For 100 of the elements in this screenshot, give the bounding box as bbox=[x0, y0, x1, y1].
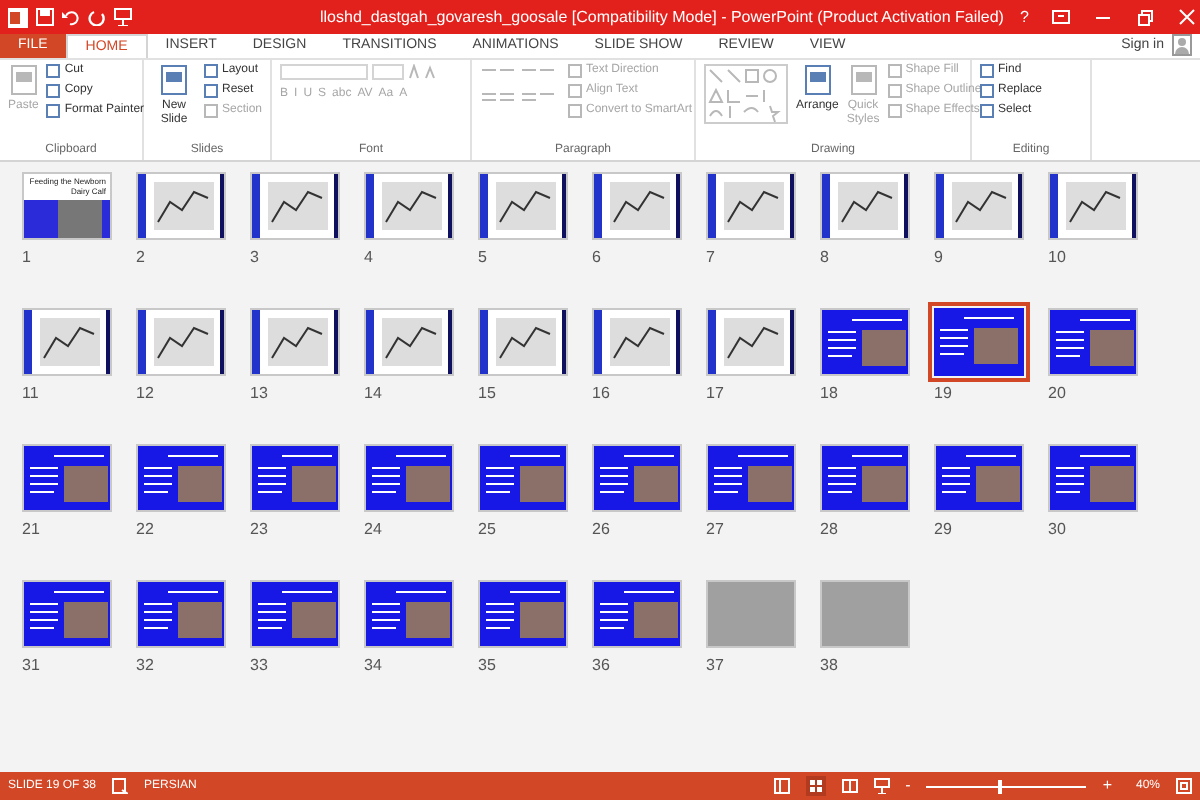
slide-number: 4 bbox=[364, 246, 375, 270]
slide-thumbnail[interactable] bbox=[934, 308, 1024, 376]
chart-figure-drawing bbox=[480, 174, 566, 238]
slide-thumbnail[interactable] bbox=[22, 444, 112, 512]
slide-number: 29 bbox=[934, 518, 954, 542]
undo-icon[interactable] bbox=[62, 8, 80, 26]
help-button[interactable]: ? bbox=[1011, 5, 1037, 29]
slide-number: 36 bbox=[592, 654, 612, 678]
slide-thumbnail[interactable] bbox=[820, 308, 910, 376]
slide-thumbnail[interactable] bbox=[706, 172, 796, 240]
slide-number: 30 bbox=[1048, 518, 1068, 542]
slide-number: 10 bbox=[1048, 246, 1068, 270]
chart-figure-drawing bbox=[138, 310, 224, 374]
slide-number: 8 bbox=[820, 246, 831, 270]
slide-thumbnail[interactable] bbox=[136, 308, 226, 376]
app-logo-icon bbox=[8, 7, 28, 27]
reading-view-icon[interactable] bbox=[841, 778, 858, 794]
chart-figure-drawing bbox=[24, 310, 110, 374]
slide-thumbnail[interactable] bbox=[250, 308, 340, 376]
slide-number: 13 bbox=[250, 382, 270, 406]
slide-thumbnail[interactable] bbox=[706, 580, 796, 648]
slide-number: 16 bbox=[592, 382, 612, 406]
zoom-in-button[interactable]: + bbox=[1102, 778, 1112, 794]
slide-thumbnail[interactable] bbox=[820, 444, 910, 512]
slide-thumbnail[interactable] bbox=[478, 580, 568, 648]
slideshow-icon[interactable] bbox=[873, 778, 890, 794]
document-icon bbox=[849, 64, 878, 96]
slide-thumbnail[interactable] bbox=[364, 444, 454, 512]
slide-number: 14 bbox=[364, 382, 384, 406]
proofing-icon[interactable] bbox=[112, 778, 129, 794]
slide-thumbnail[interactable] bbox=[250, 444, 340, 512]
slide-thumbnail[interactable] bbox=[478, 172, 568, 240]
slide-number: 38 bbox=[820, 654, 840, 678]
slide-thumbnail[interactable] bbox=[136, 444, 226, 512]
slide-number: 3 bbox=[250, 246, 261, 270]
slide-thumbnail[interactable] bbox=[820, 172, 910, 240]
save-icon[interactable] bbox=[36, 8, 54, 26]
restore-icon[interactable] bbox=[1136, 8, 1155, 26]
photo-placeholder bbox=[822, 582, 908, 646]
slide-thumbnail[interactable] bbox=[250, 172, 340, 240]
slide-thumbnail[interactable] bbox=[22, 308, 112, 376]
slide-thumbnail[interactable] bbox=[364, 172, 454, 240]
slide-number: 2 bbox=[136, 246, 147, 270]
slide-thumbnail[interactable] bbox=[934, 172, 1024, 240]
chart-figure-drawing bbox=[1050, 174, 1136, 238]
ribbon-display-icon[interactable] bbox=[1052, 8, 1071, 26]
slide-thumbnail[interactable] bbox=[592, 444, 682, 512]
slide-thumbnail[interactable] bbox=[820, 580, 910, 648]
slide-number: 11 bbox=[22, 382, 41, 406]
chart-figure-drawing bbox=[366, 174, 452, 238]
slide-thumbnail[interactable] bbox=[706, 444, 796, 512]
slide-number: 23 bbox=[250, 518, 270, 542]
normal-view-icon[interactable] bbox=[773, 778, 790, 794]
slide-number: 1 bbox=[22, 246, 33, 270]
slide-number: 37 bbox=[706, 654, 726, 678]
slide-thumbnail[interactable] bbox=[478, 444, 568, 512]
slide-thumbnail[interactable] bbox=[592, 172, 682, 240]
chart-figure-drawing bbox=[252, 310, 338, 374]
redo-icon[interactable] bbox=[88, 8, 106, 26]
photo-placeholder bbox=[708, 582, 794, 646]
zoom-out-button[interactable]: - bbox=[905, 778, 911, 794]
slide-number: 19 bbox=[934, 382, 954, 406]
slide-thumbnail[interactable] bbox=[478, 308, 568, 376]
slide-thumbnail[interactable] bbox=[136, 172, 226, 240]
screen-icon[interactable] bbox=[114, 8, 132, 26]
slide-thumbnail[interactable] bbox=[22, 580, 112, 648]
slide-thumbnail[interactable] bbox=[934, 444, 1024, 512]
slide-thumbnail[interactable] bbox=[250, 580, 340, 648]
slide-number: 32 bbox=[136, 654, 156, 678]
slide-number: 18 bbox=[820, 382, 840, 406]
chart-figure-drawing bbox=[822, 174, 908, 238]
slide-sorter-icon[interactable] bbox=[805, 776, 826, 796]
slide-thumbnail[interactable] bbox=[592, 580, 682, 648]
slide-number: 21 bbox=[22, 518, 42, 542]
chart-figure-drawing bbox=[138, 174, 224, 238]
slide-thumbnail[interactable] bbox=[706, 308, 796, 376]
slide-thumbnail[interactable] bbox=[364, 580, 454, 648]
slide-thumbnail[interactable] bbox=[136, 580, 226, 648]
slide-number: 20 bbox=[1048, 382, 1068, 406]
slide-thumbnail[interactable] bbox=[1048, 444, 1138, 512]
slide-thumbnail[interactable] bbox=[1048, 308, 1138, 376]
slide-number: 15 bbox=[478, 382, 498, 406]
slide-number: 24 bbox=[364, 518, 384, 542]
font-size-field[interactable] bbox=[372, 64, 404, 80]
zoom-slider-thumb[interactable] bbox=[998, 779, 1003, 793]
window-title: lloshd_dastgah_govaresh_goosale [Compatibility Mode] - PowerPoint (Product Activation Failed) bbox=[318, 5, 1004, 29]
slide-number: 6 bbox=[592, 246, 603, 270]
slide-number: 9 bbox=[934, 246, 945, 270]
fit-to-window-icon[interactable] bbox=[1176, 778, 1192, 794]
chart-figure-drawing bbox=[594, 310, 680, 374]
slide-thumbnail[interactable] bbox=[592, 308, 682, 376]
user-avatar-icon[interactable] bbox=[1172, 34, 1192, 56]
document-icon bbox=[9, 64, 38, 96]
slide-thumbnail[interactable] bbox=[364, 308, 454, 376]
slide-number: 25 bbox=[478, 518, 498, 542]
chart-figure-drawing bbox=[480, 310, 566, 374]
slide-number: 26 bbox=[592, 518, 612, 542]
slide-thumbnail[interactable] bbox=[1048, 172, 1138, 240]
document-icon bbox=[159, 64, 188, 96]
close-icon[interactable] bbox=[1178, 8, 1197, 26]
